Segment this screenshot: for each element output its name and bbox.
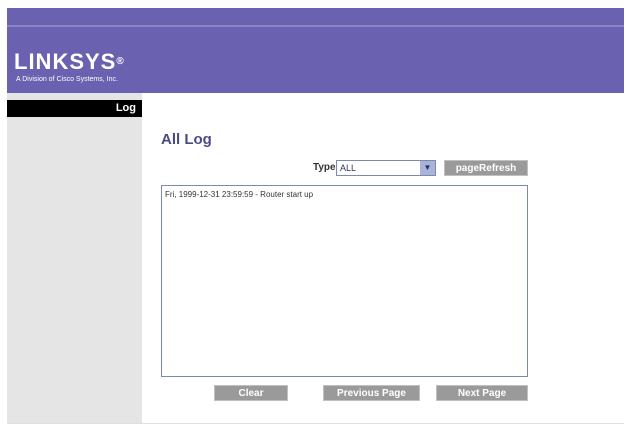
registered-mark: ® bbox=[116, 56, 125, 67]
sidebar: Log bbox=[7, 93, 142, 423]
page-title: All Log bbox=[161, 131, 212, 148]
type-select-value: ALL bbox=[340, 163, 357, 173]
logo-text: LINKSYS bbox=[14, 49, 117, 74]
sidebar-item-log[interactable]: Log bbox=[7, 100, 142, 117]
main-content: All Log Type: ALL ▼ pageRefresh Fri, 199… bbox=[142, 93, 624, 423]
bottom-divider bbox=[7, 423, 624, 424]
log-textarea[interactable]: Fri, 1999-12-31 23:59:59 - Router start … bbox=[161, 185, 528, 377]
clear-button[interactable]: Clear bbox=[214, 385, 288, 401]
log-entry: Fri, 1999-12-31 23:59:59 - Router start … bbox=[165, 190, 314, 199]
logo-tagline: A Division of Cisco Systems, Inc. bbox=[16, 76, 118, 83]
linksys-logo: LINKSYS® bbox=[14, 51, 125, 73]
previous-page-button[interactable]: Previous Page bbox=[323, 385, 420, 401]
type-select[interactable]: ALL ▼ bbox=[336, 160, 436, 176]
header-banner: LINKSYS® A Division of Cisco Systems, In… bbox=[7, 8, 624, 93]
page-refresh-button[interactable]: pageRefresh bbox=[444, 160, 528, 176]
header-divider bbox=[7, 25, 624, 27]
next-page-button[interactable]: Next Page bbox=[436, 385, 528, 401]
chevron-down-icon[interactable]: ▼ bbox=[420, 161, 435, 175]
